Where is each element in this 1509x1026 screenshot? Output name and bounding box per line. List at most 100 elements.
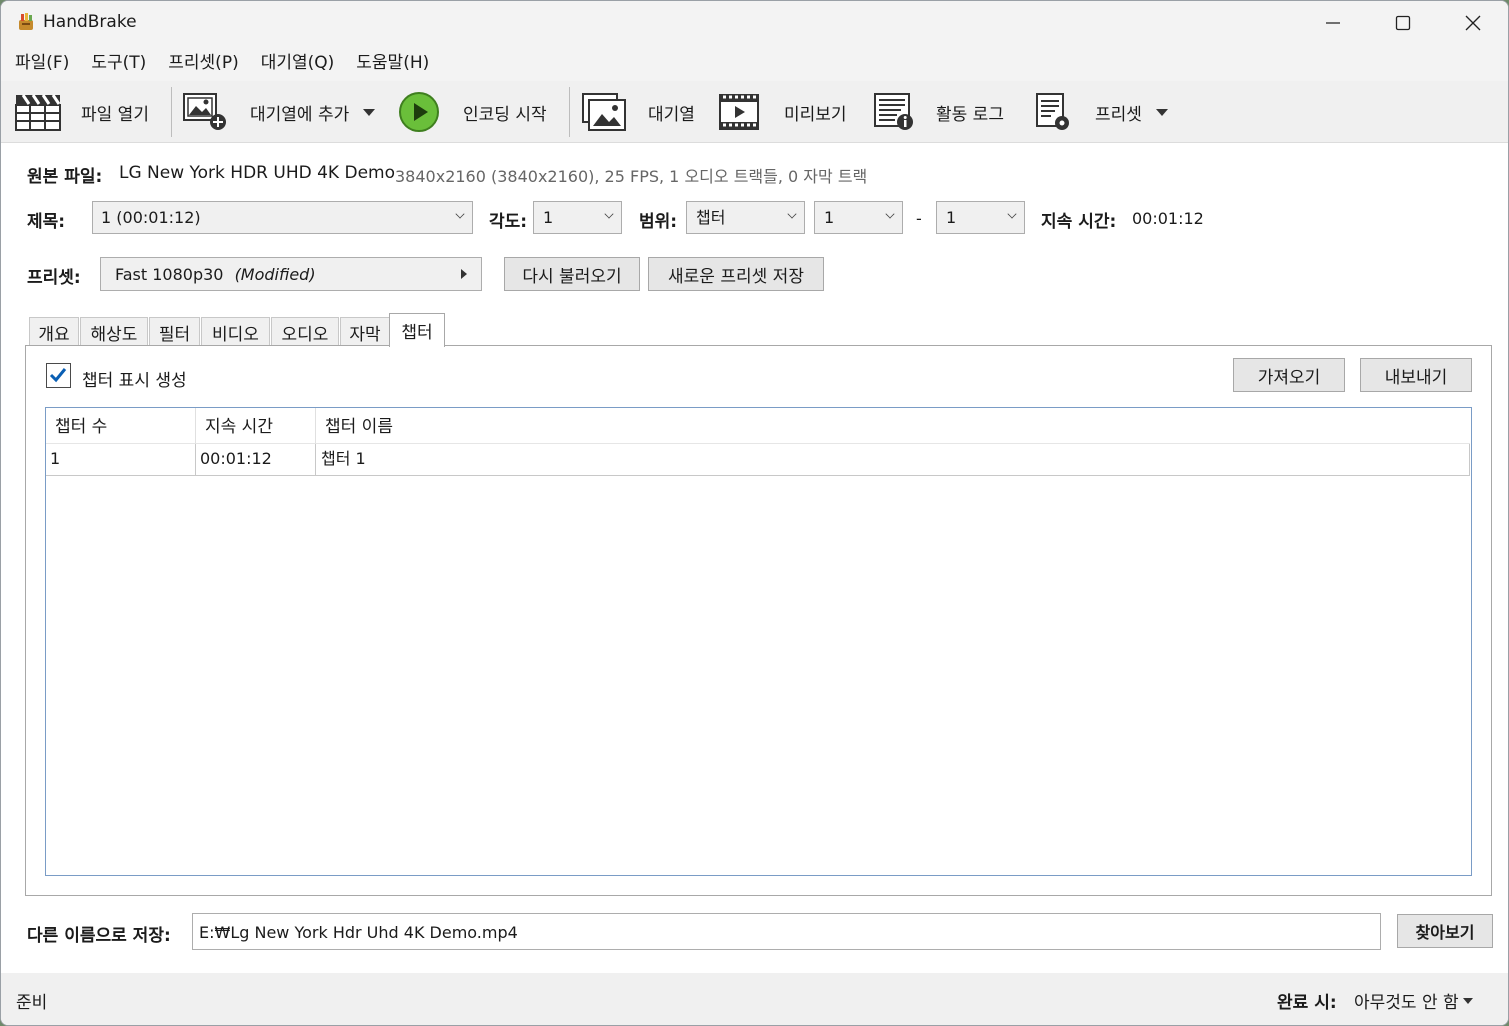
cell-chapter-number: 1 (46, 444, 196, 476)
column-header-chapter-number[interactable]: 챕터 수 (46, 408, 196, 444)
tab-video[interactable]: 비디오 (201, 317, 270, 346)
status-bar: 준비 완료 시: 아무것도 안 함 (1, 973, 1508, 1025)
queue-label: 대기열 (648, 104, 695, 125)
when-done-dropdown[interactable]: 아무것도 안 함 (1354, 988, 1473, 1013)
range-label: 범위: (639, 212, 678, 232)
menu-queue[interactable]: 대기열(Q) (253, 45, 343, 81)
tab-audio[interactable]: 오디오 (271, 317, 339, 346)
source-name: LG New York HDR UHD 4K Demo (119, 163, 395, 183)
add-to-queue-button[interactable]: 대기열에 추가 (182, 81, 376, 143)
add-to-queue-label: 대기열에 추가 (250, 104, 350, 125)
toolbar-separator (171, 87, 172, 137)
when-done-value: 아무것도 안 함 (1354, 993, 1459, 1013)
chevron-right-icon (461, 269, 467, 279)
toolbar: 파일 열기 대기열에 추가 인코딩 시작 대기열 미리보기 활동 로그 프리셋 (1, 81, 1508, 143)
open-file-label: 파일 열기 (81, 104, 149, 125)
film-preview-icon (719, 94, 759, 130)
chevron-down-icon (1007, 209, 1017, 219)
add-image-icon (183, 93, 226, 130)
preset-label: 프리셋: (27, 268, 81, 288)
clapperboard-icon (15, 94, 61, 131)
menu-tools[interactable]: 도구(T) (83, 45, 154, 81)
minimize-icon (1326, 22, 1340, 24)
chevron-down-icon (604, 209, 614, 219)
dropdown-caret-icon (363, 108, 376, 116)
preset-modified: (Modified) (234, 265, 316, 284)
title-bar: HandBrake (1, 1, 1508, 45)
range-type-select[interactable]: 챕터 (686, 201, 805, 234)
range-start-value: 1 (824, 208, 835, 227)
presets-label: 프리셋 (1095, 104, 1142, 125)
menu-help[interactable]: 도움말(H) (348, 45, 437, 81)
close-button[interactable] (1438, 1, 1508, 45)
create-chapter-markers-label: 챕터 표시 생성 (82, 371, 187, 391)
dropdown-caret-icon (1462, 997, 1473, 1004)
start-encode-button[interactable]: 인코딩 시작 (398, 81, 547, 143)
preset-selector[interactable]: Fast 1080p30 (Modified) (100, 257, 482, 291)
angle-select-value: 1 (543, 208, 554, 227)
title-select[interactable]: 1 (00:01:12) (92, 201, 473, 234)
activity-log-icon (874, 93, 913, 130)
source-info: 3840x2160 (3840x2160), 25 FPS, 1 오디오 트랙들… (395, 167, 868, 186)
range-end-select[interactable]: 1 (936, 201, 1025, 234)
dropdown-caret-icon (1155, 108, 1168, 116)
output-path-input[interactable]: E:₩Lg New York Hdr Uhd 4K Demo.mp4 (192, 913, 1381, 950)
preview-label: 미리보기 (784, 104, 847, 125)
duration-value: 00:01:12 (1132, 209, 1204, 228)
tab-subtitles[interactable]: 자막 (340, 317, 390, 346)
angle-label: 각도: (489, 212, 528, 232)
preview-button[interactable]: 미리보기 (719, 81, 847, 143)
open-file-button[interactable]: 파일 열기 (15, 81, 149, 143)
source-label: 원본 파일: (27, 167, 103, 187)
activity-log-label: 활동 로그 (936, 104, 1004, 125)
cell-chapter-name[interactable]: 챕터 1 (316, 444, 1470, 476)
range-type-value: 챕터 (696, 208, 726, 227)
create-chapter-markers-checkbox[interactable] (46, 363, 71, 388)
preset-name: Fast 1080p30 (115, 265, 224, 284)
menu-file[interactable]: 파일(F) (7, 45, 77, 81)
chevron-down-icon (885, 209, 895, 219)
queue-button[interactable]: 대기열 (581, 81, 695, 143)
maximize-icon (1395, 15, 1411, 31)
duration-label: 지속 시간: (1041, 212, 1117, 232)
tab-summary[interactable]: 개요 (29, 317, 79, 346)
column-header-duration[interactable]: 지속 시간 (196, 408, 316, 444)
tab-filters[interactable]: 필터 (149, 317, 200, 346)
column-header-chapter-name[interactable]: 챕터 이름 (316, 408, 1470, 444)
handbrake-window: HandBrake 파일(F) 도구(T) 프리셋(P) 대기열(Q) 도움말(… (0, 0, 1509, 1026)
checkmark-icon (49, 368, 67, 383)
when-done-label: 완료 시: (1277, 993, 1337, 1013)
chapters-table: 챕터 수 지속 시간 챕터 이름 1 00:01:12 챕터 1 (45, 407, 1472, 876)
browse-button[interactable]: 찾아보기 (1397, 914, 1493, 948)
reload-preset-button[interactable]: 다시 불러오기 (504, 257, 640, 291)
preset-settings-icon (1036, 93, 1069, 130)
export-chapters-button[interactable]: 내보내기 (1360, 358, 1472, 392)
cell-duration: 00:01:12 (196, 444, 316, 476)
maximize-button[interactable] (1368, 1, 1438, 45)
activity-log-button[interactable]: 활동 로그 (873, 81, 1004, 143)
chevron-down-icon (787, 209, 797, 219)
minimize-button[interactable] (1298, 1, 1368, 45)
status-text: 준비 (16, 993, 48, 1013)
menu-presets[interactable]: 프리셋(P) (160, 45, 246, 81)
queue-images-icon (582, 93, 626, 131)
presets-button[interactable]: 프리셋 (1035, 81, 1168, 143)
import-chapters-button[interactable]: 가져오기 (1233, 358, 1345, 392)
window-title: HandBrake (43, 12, 137, 32)
play-icon (399, 92, 439, 132)
save-new-preset-button[interactable]: 새로운 프리셋 저장 (648, 257, 824, 291)
table-row[interactable]: 1 00:01:12 챕터 1 (46, 444, 1470, 476)
save-as-label: 다른 이름으로 저장: (27, 926, 171, 946)
range-dash: - (916, 209, 922, 228)
range-start-select[interactable]: 1 (814, 201, 903, 234)
title-select-value: 1 (00:01:12) (101, 208, 201, 227)
handbrake-logo-icon (19, 13, 33, 30)
title-label: 제목: (27, 212, 66, 232)
menu-bar: 파일(F) 도구(T) 프리셋(P) 대기열(Q) 도움말(H) (1, 45, 1508, 81)
tab-dimensions[interactable]: 해상도 (80, 317, 148, 346)
tab-chapters[interactable]: 챕터 (389, 313, 445, 347)
toolbar-separator (569, 87, 570, 137)
range-end-value: 1 (946, 208, 957, 227)
angle-select[interactable]: 1 (533, 201, 622, 234)
start-encode-label: 인코딩 시작 (463, 104, 547, 125)
